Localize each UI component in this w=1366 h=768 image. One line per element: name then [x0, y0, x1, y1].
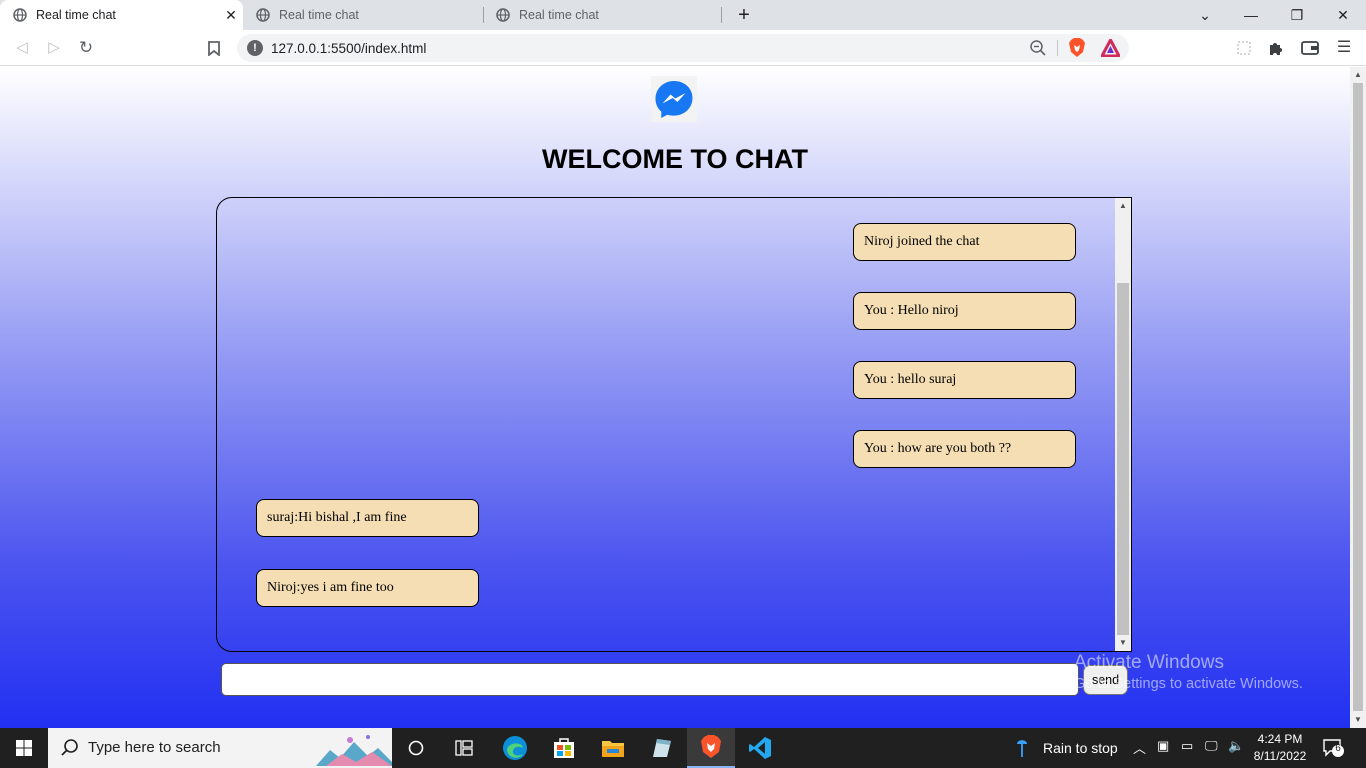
task-view-icon[interactable]	[440, 728, 488, 768]
notification-count: 6	[1335, 743, 1341, 754]
chat-scrollbar[interactable]: ▲ ▼	[1115, 198, 1131, 651]
messenger-icon	[655, 81, 693, 118]
brave-rewards-icon[interactable]	[1101, 39, 1120, 57]
address-bar[interactable]: ! 127.0.0.1:5500/index.html	[237, 34, 1129, 62]
chat-message-received: Niroj:yes i am fine too	[256, 569, 479, 607]
chat-message-sent: You : how are you both ??	[853, 430, 1076, 468]
brave-lion-icon[interactable]	[1068, 38, 1086, 58]
page-scrollbar-thumb[interactable]	[1353, 83, 1363, 711]
tab-title: Real time chat	[36, 8, 116, 22]
close-window-icon[interactable]: ✕	[1320, 0, 1366, 30]
messenger-logo	[651, 76, 697, 122]
brave-browser-icon[interactable]	[687, 728, 735, 768]
tab-real-time-chat-1[interactable]: Real time chat ✕	[0, 0, 243, 30]
chevron-up-icon[interactable]: ︿	[1133, 738, 1146, 757]
wallet-icon[interactable]	[1298, 36, 1322, 60]
cortana-icon[interactable]	[392, 728, 440, 768]
search-placeholder: Type here to search	[88, 739, 221, 756]
start-button[interactable]	[0, 728, 48, 768]
tab-title: Real time chat	[519, 8, 599, 22]
globe-icon	[13, 8, 27, 22]
back-icon[interactable]: ◁	[10, 36, 34, 60]
bookmark-icon[interactable]	[202, 36, 226, 60]
restore-icon[interactable]: ❐	[1274, 0, 1320, 30]
globe-icon	[256, 8, 270, 22]
chat-container[interactable]: Niroj joined the chat You : Hello niroj …	[216, 197, 1132, 652]
system-clock[interactable]: 4:24 PM 8/11/2022	[1244, 731, 1316, 765]
scroll-down-arrow-icon[interactable]: ▼	[1350, 712, 1366, 728]
close-tab-icon[interactable]: ✕	[223, 7, 239, 23]
activate-windows-subtitle: Go to Settings to activate Windows.	[1074, 676, 1303, 692]
chat-scrollbar-thumb[interactable]	[1117, 283, 1129, 635]
notification-center-icon[interactable]: 6	[1322, 738, 1344, 758]
windows-logo-icon	[16, 740, 32, 756]
chat-message-received: suraj:Hi bishal ,I am fine	[256, 499, 479, 537]
taskbar-search[interactable]: Type here to search	[48, 728, 392, 768]
extension-placeholder-icon[interactable]	[1232, 36, 1256, 60]
omnibox-divider	[1057, 40, 1058, 56]
battery-icon[interactable]: ▭	[1181, 738, 1193, 754]
forward-icon[interactable]: ▷	[42, 36, 66, 60]
page-viewport: WELCOME TO CHAT Niroj joined the chat Yo…	[0, 67, 1350, 728]
vscode-icon[interactable]	[736, 728, 784, 768]
meet-now-icon[interactable]: ▣	[1157, 738, 1169, 754]
globe-icon	[496, 8, 510, 22]
activate-windows-title: Activate Windows	[1074, 652, 1224, 673]
search-highlight-art-icon	[316, 735, 392, 766]
microsoft-store-icon[interactable]	[540, 728, 588, 768]
url-text[interactable]: 127.0.0.1:5500/index.html	[271, 41, 426, 56]
chat-message-received: Niroj joined the chat	[853, 223, 1076, 261]
clock-date: 8/11/2022	[1253, 749, 1307, 763]
minimize-icon[interactable]: —	[1228, 0, 1274, 30]
page-scrollbar[interactable]: ▲ ▼	[1350, 67, 1366, 728]
volume-icon[interactable]: 🔈	[1228, 738, 1244, 754]
browser-toolbar: ◁ ▷ ↻ ! 127.0.0.1:5500/index.html ☰	[0, 30, 1366, 66]
zoom-out-icon[interactable]	[1029, 39, 1047, 57]
chat-message-sent: You : Hello niroj	[853, 292, 1076, 330]
sticky-notes-icon[interactable]	[637, 728, 685, 768]
scroll-up-arrow-icon[interactable]: ▲	[1350, 67, 1366, 83]
file-explorer-icon[interactable]	[589, 728, 637, 768]
tab-search-chevron-icon[interactable]: ⌄	[1182, 0, 1228, 30]
scroll-down-arrow-icon[interactable]: ▼	[1115, 635, 1131, 651]
tab-title: Real time chat	[279, 8, 359, 22]
scroll-up-arrow-icon[interactable]: ▲	[1115, 198, 1131, 214]
clock-time: 4:24 PM	[1257, 732, 1303, 746]
hamburger-menu-icon[interactable]: ☰	[1332, 36, 1356, 60]
edge-icon[interactable]	[491, 728, 539, 768]
puzzle-icon[interactable]	[1264, 36, 1288, 60]
weather-status[interactable]: Rain to stop	[1043, 740, 1118, 756]
new-tab-icon[interactable]: +	[733, 4, 755, 26]
message-input[interactable]	[221, 663, 1079, 696]
tab-strip: Real time chat ✕ Real time chat Real tim…	[0, 0, 1366, 30]
reload-icon[interactable]: ↻	[74, 36, 98, 60]
tab-real-time-chat-2[interactable]: Real time chat	[243, 0, 483, 30]
network-icon[interactable]: 🖵	[1205, 738, 1218, 754]
info-icon[interactable]: !	[247, 40, 263, 56]
page-title: WELCOME TO CHAT	[542, 144, 808, 174]
tab-real-time-chat-3[interactable]: Real time chat	[483, 0, 721, 30]
chat-message-sent: You : hello suraj	[853, 361, 1076, 399]
search-icon	[61, 739, 78, 756]
windows-taskbar: Type here to search Rain to stop ︿ ▣ ▭ 🖵…	[0, 728, 1366, 768]
weather-umbrella-icon[interactable]	[1016, 736, 1028, 763]
tab-divider	[721, 7, 722, 23]
